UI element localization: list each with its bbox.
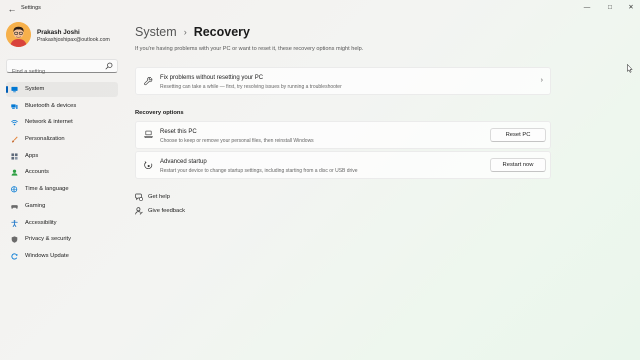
sidebar-item-label: System <box>25 86 45 92</box>
maximize-icon[interactable]: □ <box>603 2 617 14</box>
chevron-right-icon: › <box>540 77 543 84</box>
globe-clock-icon <box>11 186 18 193</box>
sidebar-item-accessibility[interactable]: Accessibility <box>6 216 118 231</box>
advanced-startup-icon <box>144 161 153 169</box>
sidebar-item-label: Network & internet <box>25 119 73 126</box>
shield-icon <box>11 236 18 243</box>
sidebar-item-label: Accessibility <box>25 219 57 226</box>
get-help-label: Get help <box>148 194 170 200</box>
sidebar-item-label: Accounts <box>25 169 49 176</box>
reset-pc-description: Choose to keep or remove your personal f… <box>160 137 314 144</box>
avatar[interactable] <box>6 22 31 47</box>
reset-pc-icon <box>144 130 153 139</box>
reset-pc-button[interactable]: Reset PC <box>490 128 546 142</box>
accounts-icon <box>11 170 18 177</box>
breadcrumb-parent[interactable]: System <box>135 25 177 39</box>
section-title-recovery-options: Recovery options <box>135 110 184 116</box>
sidebar-item-label: Time & language <box>25 186 69 193</box>
get-help-link[interactable]: Get help <box>135 193 170 201</box>
title-bar: ← Settings — □ ✕ <box>0 0 640 18</box>
wrench-icon <box>144 77 153 86</box>
restart-now-button[interactable]: Restart now <box>490 158 546 172</box>
sidebar-nav: System Bluetooth & devices Network & int… <box>6 82 118 266</box>
fix-problems-description: Resetting can take a while — first, try … <box>160 83 342 90</box>
accessibility-icon <box>11 219 18 227</box>
apps-icon <box>11 153 18 160</box>
give-feedback-label: Give feedback <box>148 208 186 214</box>
close-icon[interactable]: ✕ <box>624 2 638 14</box>
sidebar-item-bluetooth-devices[interactable]: Bluetooth & devices <box>6 99 118 114</box>
sidebar-item-personalization[interactable]: Personalization <box>6 132 118 147</box>
breadcrumb: System › Recovery <box>135 23 250 41</box>
advanced-startup-card: Advanced startup Restart your device to … <box>135 151 551 179</box>
sidebar-item-label: Apps <box>25 152 39 159</box>
search-input[interactable] <box>7 66 103 78</box>
sidebar-item-system[interactable]: System <box>6 82 118 97</box>
sidebar-item-label: Bluetooth & devices <box>25 102 77 109</box>
window-title: Settings <box>21 5 41 11</box>
user-name: Prakash Joshi <box>37 29 80 36</box>
help-icon <box>135 193 143 201</box>
wifi-icon <box>11 120 18 126</box>
search-icon[interactable] <box>105 62 113 70</box>
sidebar-item-label: Gaming <box>25 202 46 209</box>
sidebar-item-label: Windows Update <box>25 252 69 259</box>
sidebar-item-apps[interactable]: Apps <box>6 149 118 164</box>
avatar-illustration <box>6 22 31 47</box>
update-icon <box>11 253 18 260</box>
search-box[interactable] <box>6 59 118 78</box>
breadcrumb-separator: › <box>183 27 187 37</box>
reset-pc-title: Reset this PC <box>160 129 197 135</box>
mouse-cursor-icon <box>627 64 633 73</box>
page-title: Recovery <box>193 25 250 39</box>
fix-problems-title: Fix problems without resetting your PC <box>160 75 264 81</box>
feedback-icon <box>135 207 143 215</box>
minimize-icon[interactable]: — <box>580 2 594 14</box>
brush-icon <box>12 136 18 143</box>
user-email: Prakashjoshipax@outlook.com <box>37 37 110 43</box>
sidebar-item-network-internet[interactable]: Network & internet <box>6 115 118 130</box>
sidebar-item-time-language[interactable]: Time & language <box>6 182 118 197</box>
sidebar-item-gaming[interactable]: Gaming <box>6 199 118 214</box>
sidebar-item-label: Personalization <box>25 136 65 143</box>
give-feedback-link[interactable]: Give feedback <box>135 207 185 215</box>
system-icon <box>11 86 18 93</box>
gaming-icon <box>11 204 18 209</box>
bluetooth-icon <box>11 104 18 109</box>
sidebar-item-accounts[interactable]: Accounts <box>6 165 118 180</box>
advanced-startup-title: Advanced startup <box>160 159 207 165</box>
reset-pc-card: Reset this PC Choose to keep or remove y… <box>135 121 551 149</box>
sidebar-item-privacy-security[interactable]: Privacy & security <box>6 232 118 247</box>
advanced-startup-description: Restart your device to change startup se… <box>160 167 358 174</box>
sidebar-item-windows-update[interactable]: Windows Update <box>6 249 118 264</box>
intro-text: If you're having problems with your PC o… <box>135 46 364 52</box>
fix-problems-card[interactable]: Fix problems without resetting your PC R… <box>135 67 551 95</box>
sidebar-item-label: Privacy & security <box>25 236 72 243</box>
back-arrow-icon[interactable]: ← <box>6 3 18 15</box>
